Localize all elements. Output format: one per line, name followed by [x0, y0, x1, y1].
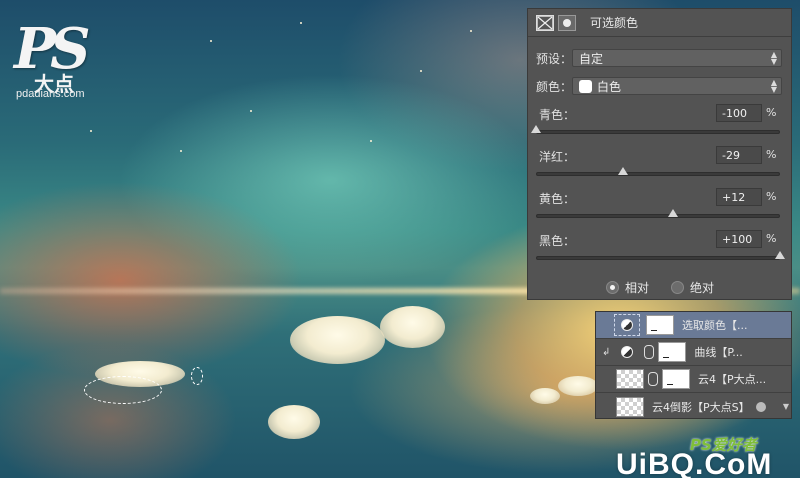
slider-yellow: 黄色： +12 %: [536, 188, 784, 232]
slider-thumb[interactable]: [667, 209, 678, 217]
adjustment-layer-icon: [614, 314, 640, 336]
layer-row[interactable]: 选取颜色【...: [596, 312, 791, 339]
star: [300, 22, 302, 24]
logo-url: pdadians.com: [16, 88, 85, 100]
cloud: [380, 306, 445, 348]
adjustment-layer-icon: [614, 341, 640, 363]
layer-mask-thumbnail[interactable]: [662, 369, 690, 389]
slider-track[interactable]: [536, 214, 780, 218]
slider-thumb[interactable]: [617, 167, 628, 175]
star: [420, 70, 422, 72]
panel-title: 可选颜色: [590, 16, 639, 30]
cloud: [268, 405, 320, 439]
method-radio-group: 相对 绝对: [606, 279, 736, 296]
preset-row: 预设： 自定 ▲ ▼: [536, 49, 782, 67]
marquee-selection[interactable]: [84, 376, 162, 404]
link-icon[interactable]: [644, 345, 655, 359]
slider-thumb[interactable]: [775, 251, 785, 259]
layer-thumbnail[interactable]: [616, 369, 644, 389]
half-circle-icon: [621, 346, 634, 358]
layer-name: 云4【P大点...: [698, 373, 767, 386]
layer-name: 选取颜色【...: [682, 319, 748, 332]
updown-chevron-icon: ▲ ▼: [770, 50, 777, 66]
properties-panel: 可选颜色 预设： 自定 ▲ ▼ 颜色： 白色 ▲ ▼ 青色： -100 % 洋红： …: [527, 8, 792, 300]
preset-select[interactable]: 自定 ▲ ▼: [572, 49, 782, 67]
layer-row[interactable]: 云4【P大点...: [596, 366, 791, 393]
slider-cyan: 青色： -100 %: [531, 104, 784, 148]
layer-mask-thumbnail[interactable]: [646, 315, 674, 335]
layer-mask-thumbnail[interactable]: [658, 342, 687, 362]
link-icon[interactable]: [648, 372, 658, 386]
slider-magenta: 洋红： -29 %: [536, 146, 784, 190]
colors-value: 白色: [597, 79, 622, 94]
scroll-down-icon[interactable]: ▼: [783, 402, 789, 411]
slider-track[interactable]: [536, 130, 780, 134]
percent-unit: %: [766, 106, 777, 119]
star: [370, 140, 372, 142]
layer-thumbnail[interactable]: [616, 396, 644, 417]
colors-row: 颜色： 白色 ▲ ▼: [536, 77, 782, 95]
slider-label: 黄色：: [539, 192, 576, 206]
radio-label: 绝对: [690, 281, 715, 295]
preset-label: 预设：: [536, 51, 573, 66]
color-swatch: [579, 79, 592, 93]
half-circle-icon: [621, 319, 633, 331]
star: [180, 150, 182, 152]
mask-icon[interactable]: [558, 14, 576, 31]
cloud: [558, 376, 598, 396]
adjustment-icon[interactable]: [536, 14, 554, 31]
slider-label: 洋红：: [539, 150, 576, 164]
percent-unit: %: [766, 232, 777, 245]
layers-panel: 选取颜色【... ↲ 曲线【P... 云4【P大点... 云4倒影【P大点S】 …: [595, 311, 792, 419]
star: [210, 40, 212, 42]
layer-row[interactable]: ↲ 曲线【P...: [596, 339, 791, 366]
slider-label: 青色：: [539, 108, 576, 122]
preset-value: 自定: [579, 51, 604, 66]
percent-unit: %: [766, 148, 777, 161]
slider-track[interactable]: [536, 256, 780, 260]
radio-button-icon[interactable]: [671, 281, 685, 294]
star: [250, 110, 252, 112]
layer-name: 曲线【P...: [694, 346, 743, 359]
colors-select[interactable]: 白色 ▲ ▼: [572, 77, 782, 95]
slider-thumb[interactable]: [531, 125, 541, 133]
colors-label: 颜色：: [536, 79, 573, 94]
slider-black: 黑色： +100 %: [536, 230, 785, 274]
layer-row[interactable]: 云4倒影【P大点S】: [596, 393, 791, 420]
watermark-url: UiBQ.CoM: [616, 448, 773, 478]
site-logo: PS 大点 pdadians.com: [14, 16, 124, 106]
panel-header: 可选颜色: [528, 9, 791, 37]
slider-value-input[interactable]: +100: [716, 230, 762, 248]
radio-absolute[interactable]: 绝对: [671, 279, 714, 296]
slider-value-input[interactable]: +12: [716, 188, 762, 206]
clip-arrow-icon: ↲: [602, 346, 611, 358]
star: [470, 30, 472, 32]
layer-effects-icon[interactable]: [755, 401, 766, 412]
layer-name: 云4倒影【P大点S】: [652, 400, 750, 414]
slider-label: 黑色：: [539, 234, 576, 248]
star: [90, 130, 92, 132]
slider-value-input[interactable]: -29: [716, 146, 762, 164]
cloud: [290, 316, 385, 364]
percent-unit: %: [766, 190, 777, 203]
slider-value-input[interactable]: -100: [716, 104, 762, 122]
radio-relative[interactable]: 相对: [606, 279, 649, 296]
radio-button-icon[interactable]: [606, 281, 619, 294]
updown-chevron-icon: ▲ ▼: [770, 78, 777, 94]
radio-label: 相对: [625, 281, 650, 295]
marquee-selection[interactable]: [191, 367, 203, 385]
slider-track[interactable]: [536, 172, 780, 176]
cloud: [530, 388, 560, 404]
